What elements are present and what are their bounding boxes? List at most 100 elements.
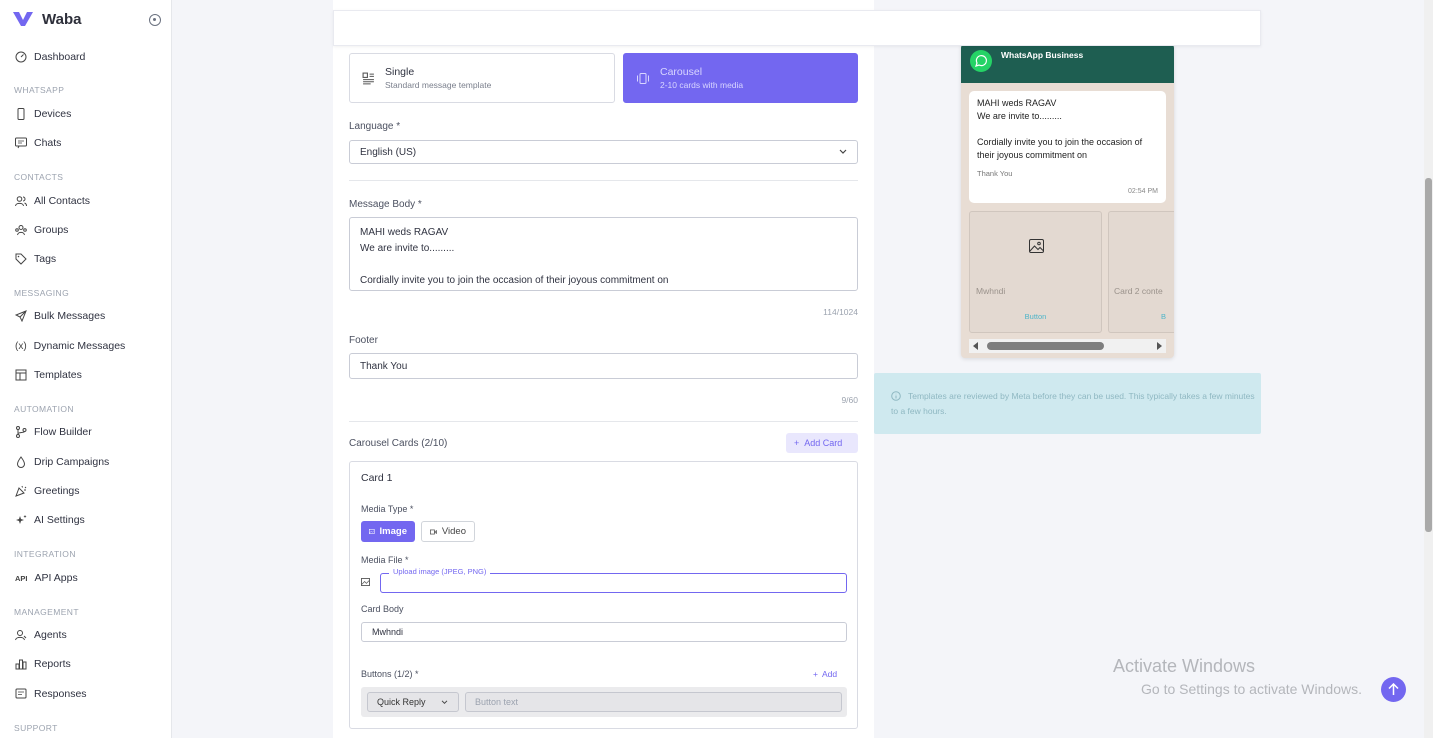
card-body-input[interactable]: Mwhndi (361, 622, 847, 642)
sidebar-item-dashboard[interactable]: Dashboard (15, 49, 85, 65)
sidebar-item-bulk-messages[interactable]: Bulk Messages (14, 308, 106, 324)
whatsapp-icon (970, 50, 992, 72)
chat-icon (15, 137, 27, 149)
preview-scrollbar[interactable] (969, 339, 1166, 353)
sidebar-item-reports[interactable]: Reports (15, 656, 71, 672)
video-icon (430, 529, 437, 534)
sidebar-item-all-contacts[interactable]: All Contacts (15, 193, 90, 209)
page-scroll-thumb[interactable] (1425, 178, 1432, 532)
scroll-left-icon[interactable] (973, 342, 979, 350)
media-type-image-button[interactable]: Image (361, 521, 415, 542)
sidebar-item-responses[interactable]: Responses (15, 686, 87, 702)
footer-input[interactable]: Thank You (349, 353, 858, 379)
sidebar-item-label: Groups (34, 224, 69, 236)
sidebar-item-drip-campaigns[interactable]: Drip Campaigns (15, 454, 109, 470)
review-notice: Templates are reviewed by Meta before th… (874, 373, 1261, 434)
sidebar-item-label: API Apps (34, 572, 78, 584)
sidebar: Waba Dashboard WHATSAPP Devices Chats CO… (0, 0, 172, 738)
sidebar-item-label: Flow Builder (34, 426, 92, 438)
message-square-icon (15, 688, 27, 700)
media-type-label: Media Type * (361, 504, 414, 514)
language-select[interactable]: English (US) (349, 140, 858, 164)
arrow-up-icon (1388, 683, 1399, 695)
group-icon (15, 224, 27, 236)
sidebar-item-dynamic-messages[interactable]: (x) Dynamic Messages (15, 338, 125, 354)
message-body-label: Message Body * (349, 199, 422, 210)
type-option-carousel[interactable]: Carousel 2-10 cards with media (623, 53, 858, 103)
footer-value: Thank You (360, 360, 408, 372)
sidebar-item-greetings[interactable]: Greetings (15, 483, 80, 499)
button-type-select[interactable]: Quick Reply (367, 692, 459, 712)
sidebar-item-label: Templates (34, 369, 82, 381)
activation-watermark-subtitle: Go to Settings to activate Windows. (1141, 681, 1362, 697)
preview-header: WhatsApp Business (961, 44, 1174, 83)
sidebar-toggle-icon[interactable] (149, 14, 161, 26)
sidebar-item-api-apps[interactable]: API API Apps (15, 570, 78, 586)
preview-line: Cordially invite you to join the occasio… (977, 137, 1143, 160)
media-upload-input[interactable] (380, 573, 847, 593)
message-bubble: MAHI weds RAGAV We are invite to........… (969, 91, 1166, 203)
media-type-video-button[interactable]: Video (421, 521, 475, 542)
plus-icon: + (794, 438, 800, 448)
preview-card-button: B (1161, 312, 1167, 321)
add-button-label: Add (821, 669, 838, 679)
preview-card-text: Mwhndi (976, 286, 1006, 296)
preview-line: MAHI weds RAGAV (977, 98, 1057, 108)
sidebar-item-label: Drip Campaigns (34, 456, 110, 468)
image-icon (361, 578, 370, 586)
bar-chart-icon (15, 658, 27, 670)
section-support: SUPPORT (14, 723, 58, 733)
sidebar-item-ai-settings[interactable]: AI Settings (15, 512, 85, 528)
media-file-label: Media File * (361, 555, 409, 565)
sidebar-item-chats[interactable]: Chats (15, 135, 61, 151)
add-card-button[interactable]: + Add Card (786, 433, 858, 453)
divider (349, 180, 858, 181)
footer-char-counter: 9/60 (841, 395, 858, 405)
dashboard-icon (15, 51, 27, 63)
sidebar-item-label: Chats (34, 137, 62, 149)
section-messaging: MESSAGING (14, 288, 70, 298)
section-whatsapp: WHATSAPP (14, 85, 65, 95)
card-body-value: Mwhndi (372, 627, 404, 637)
sidebar-item-agents[interactable]: Agents (15, 627, 67, 643)
chevron-down-icon (839, 149, 847, 154)
image-icon (369, 529, 375, 534)
sidebar-item-label: AI Settings (34, 514, 85, 526)
preview-scroll-thumb[interactable] (987, 342, 1104, 350)
plus-icon: + (813, 669, 818, 679)
preview-card-text: Card 2 conte (1114, 286, 1163, 296)
sidebar-item-flow-builder[interactable]: Flow Builder (15, 424, 92, 440)
template-icon (362, 72, 374, 84)
users-icon (15, 195, 27, 207)
language-value: English (US) (360, 146, 417, 158)
sidebar-item-label: Dashboard (34, 51, 86, 63)
section-management: MANAGEMENT (14, 607, 79, 617)
body-line: Cordially invite you to join the occasio… (360, 275, 669, 286)
template-icon (15, 369, 27, 381)
preview-line: We are invite to......... (977, 111, 1062, 121)
sidebar-item-groups[interactable]: Groups (15, 222, 68, 238)
top-header-bar (333, 10, 1261, 46)
carousel-icon (637, 72, 649, 84)
sidebar-item-templates[interactable]: Templates (15, 367, 82, 383)
whatsapp-preview: WhatsApp Business MAHI weds RAGAV We are… (961, 44, 1174, 358)
scroll-right-icon[interactable] (1156, 342, 1162, 350)
activation-watermark-title: Activate Windows (1113, 656, 1256, 676)
sidebar-item-tags[interactable]: Tags (15, 251, 56, 267)
flow-icon (15, 426, 27, 438)
button-text-input[interactable]: Button text (465, 692, 842, 712)
brand[interactable]: Waba (12, 10, 81, 28)
message-body-textarea[interactable]: MAHI weds RAGAV We are invite to........… (349, 217, 858, 291)
type-option-single[interactable]: Single Standard message template (349, 53, 615, 103)
send-icon (14, 310, 27, 323)
sidebar-item-label: Bulk Messages (34, 310, 106, 322)
variable-icon: (x) (15, 340, 27, 352)
sidebar-item-devices[interactable]: Devices (15, 106, 71, 122)
buttons-label: Buttons (1/2) * (361, 669, 419, 679)
card-title: Card 1 (361, 472, 393, 484)
language-label: Language * (349, 121, 401, 132)
sidebar-item-label: Tags (34, 253, 57, 265)
add-button-link[interactable]: + Add (813, 669, 837, 679)
api-icon: API (15, 573, 28, 583)
scroll-to-top-button[interactable] (1381, 677, 1406, 702)
